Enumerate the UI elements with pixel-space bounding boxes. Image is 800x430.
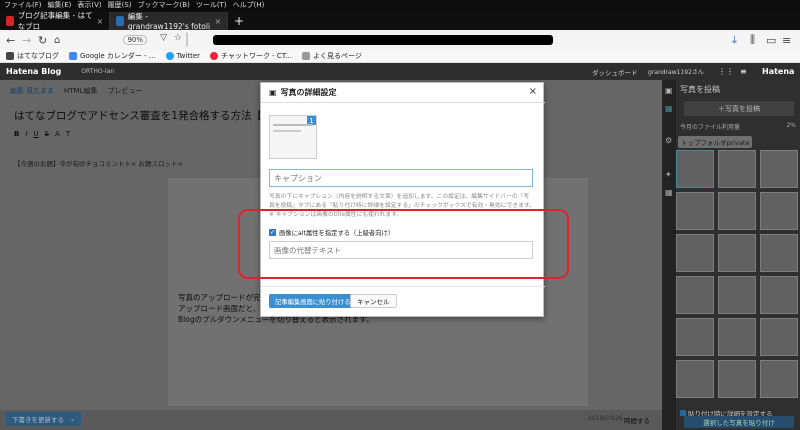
menu-file[interactable]: ファイル(F) bbox=[4, 0, 42, 10]
pocket-icon[interactable]: ▽ bbox=[160, 33, 167, 43]
menu-bar: ファイル(F) 編集(E) 表示(V) 履歴(S) ブックマーク(B) ツール(… bbox=[0, 0, 800, 10]
menu-view[interactable]: 表示(V) bbox=[77, 0, 101, 10]
menu-help[interactable]: ヘルプ(H) bbox=[233, 0, 265, 10]
library-icon[interactable]: ⫼ bbox=[750, 33, 755, 47]
preview-line bbox=[273, 124, 313, 126]
photo-detail-dialog: ▣ 写真の詳細設定 × 1 写真の下にキャプション（内容を説明する文章）を追加し… bbox=[260, 82, 545, 317]
new-tab-button[interactable]: + bbox=[228, 12, 250, 30]
photo-preview: 1 bbox=[269, 115, 317, 159]
chatwork-icon bbox=[210, 52, 219, 60]
bookmark-twitter[interactable]: Twitter bbox=[165, 52, 200, 60]
url-bar[interactable]: 90% ▽ ☆ bbox=[123, 32, 553, 47]
bookmark-frequent[interactable]: よく見るページ bbox=[301, 51, 362, 61]
close-icon[interactable]: × bbox=[529, 86, 537, 97]
dialog-divider bbox=[261, 286, 545, 287]
fotolife-favicon-icon bbox=[116, 16, 124, 26]
hatena-icon bbox=[6, 52, 14, 60]
tab-fotolife-edit[interactable]: 編集 - grandraw1192's fotoli × bbox=[110, 12, 228, 31]
tab-blog-edit[interactable]: ブログ記事編集 - はてなブロ × bbox=[0, 11, 110, 31]
highlight-annotation bbox=[238, 209, 569, 279]
zoom-indicator[interactable]: 90% bbox=[123, 35, 147, 45]
bookmark-chatwork[interactable]: チャットワーク - CT... bbox=[210, 51, 292, 61]
menu-icon[interactable]: ≡ bbox=[740, 67, 747, 76]
preview-line bbox=[273, 130, 301, 132]
twitter-icon bbox=[165, 52, 174, 60]
menu-edit[interactable]: 編集(E) bbox=[48, 0, 72, 10]
apps-icon[interactable]: ⋮⋮ bbox=[718, 67, 734, 76]
forward-icon[interactable]: → bbox=[22, 34, 31, 47]
navigation-bar: ← → ↻ ⌂ 90% ▽ ☆ ⤓ ⫼ ▭ ≡ bbox=[0, 30, 800, 50]
calendar-icon bbox=[69, 52, 77, 60]
home-icon[interactable]: ⌂ bbox=[54, 35, 60, 46]
menu-bookmarks[interactable]: ブックマーク(B) bbox=[138, 0, 190, 10]
reload-icon[interactable]: ↻ bbox=[38, 34, 47, 47]
hatena-header: Hatena Blog ORTHO-lan ダッシュボード grandraw11… bbox=[0, 63, 800, 80]
hatena-favicon-icon bbox=[6, 16, 14, 26]
photo-icon: ▣ bbox=[269, 88, 277, 97]
bookmark-star-icon[interactable]: ☆ bbox=[174, 33, 182, 43]
hamburger-menu-icon[interactable]: ≡ bbox=[782, 34, 791, 47]
bookmarks-toolbar: はてなブログ Google カレンダー - ... Twitter チャットワー… bbox=[0, 50, 800, 63]
dialog-title: 写真の詳細設定 bbox=[280, 88, 337, 97]
hatena-blog-logo[interactable]: Hatena Blog bbox=[6, 67, 61, 76]
caption-input[interactable] bbox=[269, 169, 533, 187]
hatena-brand[interactable]: Hatena bbox=[762, 67, 794, 76]
gear-icon bbox=[301, 52, 310, 60]
blog-selector[interactable]: ORTHO-lan bbox=[81, 68, 114, 75]
tab-label: ブログ記事編集 - はてなブロ bbox=[17, 11, 93, 31]
dialog-header: ▣ 写真の詳細設定 bbox=[261, 83, 545, 103]
user-menu[interactable]: grandraw1192さん bbox=[648, 67, 704, 76]
tab-bar: ブログ記事編集 - はてなブロ × 編集 - grandraw1192's fo… bbox=[0, 10, 800, 31]
close-icon[interactable]: × bbox=[97, 17, 103, 26]
tab-label: 編集 - grandraw1192's fotoli bbox=[127, 12, 211, 31]
paste-to-editor-button[interactable]: 記事編集画面に貼り付ける bbox=[269, 294, 357, 308]
dashboard-link[interactable]: ダッシュボード bbox=[592, 67, 638, 77]
close-icon[interactable]: × bbox=[215, 17, 221, 26]
download-icon[interactable]: ⤓ bbox=[732, 33, 737, 47]
bookmark-hatena[interactable]: はてなブログ bbox=[6, 51, 59, 61]
bookmark-google-calendar[interactable]: Google カレンダー - ... bbox=[69, 51, 156, 61]
sidebar-icon[interactable]: ▭ bbox=[766, 34, 776, 47]
back-icon[interactable]: ← bbox=[6, 34, 15, 47]
cancel-button[interactable]: キャンセル bbox=[350, 294, 397, 308]
redacted-url bbox=[213, 35, 553, 45]
menu-tools[interactable]: ツール(T) bbox=[196, 0, 227, 10]
menu-history[interactable]: 履歴(S) bbox=[108, 0, 132, 10]
